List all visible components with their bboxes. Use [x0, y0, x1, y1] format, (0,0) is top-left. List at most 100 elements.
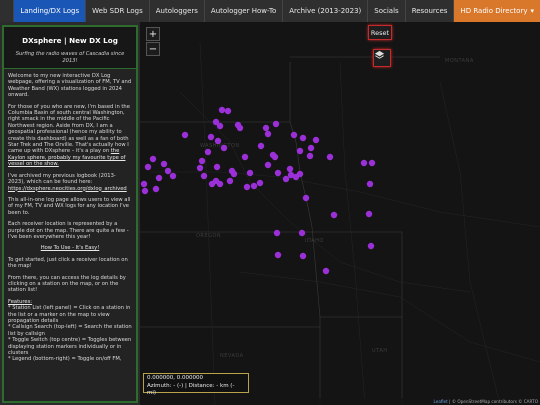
sidebar-header: DXsphere | New DX Log Surfing the radio …	[4, 27, 136, 69]
receiver-marker[interactable]	[164, 167, 172, 175]
receiver-marker[interactable]	[207, 133, 215, 141]
sidebar-body: Welcome to my new interactive DX Log web…	[4, 69, 136, 367]
receiver-marker[interactable]	[264, 130, 272, 138]
map-label-oregon: OREGON	[196, 233, 221, 239]
receiver-marker[interactable]	[306, 152, 314, 160]
map-label-utah: UTAH	[372, 348, 388, 354]
receiver-marker[interactable]	[312, 136, 320, 144]
receiver-marker[interactable]	[271, 153, 279, 161]
receiver-marker[interactable]	[274, 251, 282, 259]
roads	[150, 41, 540, 405]
receiver-marker[interactable]	[160, 160, 168, 168]
receiver-marker[interactable]	[282, 175, 290, 183]
receiver-marker[interactable]	[307, 144, 315, 152]
reset-button[interactable]: Reset	[368, 25, 392, 40]
receiver-marker[interactable]	[262, 124, 270, 132]
nav-item-resources[interactable]: Resources	[404, 0, 454, 22]
receiver-marker[interactable]	[230, 170, 238, 178]
receiver-marker[interactable]	[326, 153, 334, 161]
receiver-marker[interactable]	[264, 161, 272, 169]
receiver-marker[interactable]	[212, 177, 220, 185]
archive-link[interactable]: https://dxsphere.neocities.org/dxlog_arc…	[8, 186, 127, 192]
receiver-marker[interactable]	[257, 142, 265, 150]
receiver-marker[interactable]	[273, 229, 281, 237]
receiver-marker[interactable]	[365, 210, 373, 218]
receiver-marker[interactable]	[216, 122, 224, 130]
receiver-markers[interactable]	[140, 106, 376, 275]
receiver-marker[interactable]	[241, 153, 249, 161]
receiver-marker[interactable]	[299, 252, 307, 260]
nav-item-landing-dx-logs[interactable]: Landing/DX Logs	[13, 0, 86, 22]
receiver-marker[interactable]	[141, 187, 149, 195]
receiver-marker[interactable]	[200, 172, 208, 180]
state-labels: WASHINGTON MONTANA OREGON IDAHO NEVADA U…	[196, 58, 473, 359]
receiver-marker[interactable]	[256, 179, 264, 187]
feature-callsign-search: * Callsign Search (top-left) = Search th…	[8, 324, 132, 337]
receiver-marker[interactable]	[236, 124, 244, 132]
sidebar-title: DXsphere | New DX Log	[22, 36, 118, 45]
receiver-marker[interactable]	[169, 172, 177, 180]
receiver-marker[interactable]	[322, 267, 330, 275]
receiver-marker[interactable]	[360, 159, 368, 167]
receiver-marker[interactable]	[218, 106, 226, 114]
receiver-marker[interactable]	[226, 177, 234, 185]
attribution-text: | © OpenStreetMap contributors © CARTO	[447, 399, 538, 404]
sidebar-subtitle: Surfing the radio waves of Cascadia sinc…	[15, 51, 125, 64]
map-attribution: Leaflet | © OpenStreetMap contributors ©…	[290, 398, 540, 405]
receiver-marker[interactable]	[140, 180, 148, 188]
receiver-marker[interactable]	[299, 134, 307, 142]
receiver-marker[interactable]	[152, 185, 160, 193]
receiver-marker[interactable]	[298, 229, 306, 237]
receiver-marker[interactable]	[196, 164, 204, 172]
receiver-marker[interactable]	[224, 107, 232, 115]
feature-station-list: * Station List (left panel) = Click on a…	[8, 305, 131, 324]
archive-paragraph: I've archived my previous logbook (2013-…	[8, 172, 127, 192]
map-label-idaho: IDAHO	[305, 238, 324, 244]
state-borders	[140, 56, 440, 405]
receiver-marker[interactable]	[198, 157, 206, 165]
receiver-marker[interactable]	[367, 242, 375, 250]
layers-icon	[374, 50, 385, 59]
receiver-marker[interactable]	[213, 163, 221, 171]
nav-item-autologgers[interactable]: Autologgers	[148, 0, 204, 22]
nav-item-web-sdr-logs[interactable]: Web SDR Logs	[85, 0, 149, 22]
nav-item-autologger-how-to[interactable]: Autologger How-To	[203, 0, 282, 22]
receiver-marker[interactable]	[204, 148, 212, 156]
receiver-marker[interactable]	[302, 194, 310, 202]
zoom-out-button[interactable]: −	[146, 42, 160, 56]
receiver-marker[interactable]	[181, 131, 189, 139]
receiver-marker[interactable]	[144, 163, 152, 171]
chevron-down-icon: ▾	[530, 7, 534, 15]
nav-item-hd-radio-directory[interactable]: HD Radio Directory ▾	[453, 0, 540, 22]
receiver-marker[interactable]	[296, 147, 304, 155]
get-started-paragraph: To get started, just click a receiver lo…	[8, 256, 128, 270]
receiver-marker[interactable]	[246, 169, 254, 177]
receiver-marker[interactable]	[220, 144, 228, 152]
receiver-marker[interactable]	[243, 183, 251, 191]
receiver-marker[interactable]	[274, 169, 282, 177]
receiver-marker[interactable]	[155, 174, 163, 182]
intro-paragraph: Welcome to my new interactive DX Log web…	[8, 73, 132, 99]
receiver-marker[interactable]	[368, 159, 376, 167]
nav-item-archive-2013-2023[interactable]: Archive (2013-2023)	[282, 0, 367, 22]
receiver-marker[interactable]	[272, 120, 280, 128]
about-paragraph: For those of you who are new, I'm based …	[8, 103, 130, 168]
receiver-marker[interactable]	[366, 180, 374, 188]
layers-button[interactable]	[373, 49, 391, 67]
receiver-marker[interactable]	[290, 131, 298, 139]
receiver-marker[interactable]	[250, 182, 258, 190]
receiver-paragraph: Each receiver location is represented by…	[8, 221, 129, 240]
receiver-marker[interactable]	[286, 165, 294, 173]
map-label-nevada: NEVADA	[220, 353, 244, 359]
receiver-marker[interactable]	[214, 137, 222, 145]
map-canvas[interactable]: WASHINGTON MONTANA OREGON IDAHO NEVADA U…	[140, 22, 540, 405]
receiver-marker[interactable]	[296, 170, 304, 178]
receiver-marker[interactable]	[330, 211, 338, 219]
receiver-marker[interactable]	[149, 155, 157, 163]
how-to-use-heading: How To Use - It's Easy!	[40, 245, 100, 252]
azimuth-distance-text: Azimuth: - (-) | Distance: - km (- mi)	[147, 382, 235, 397]
leaflet-link[interactable]: Leaflet	[434, 399, 448, 404]
nav-item-socials[interactable]: Socials	[367, 0, 404, 22]
map-panel[interactable]: WASHINGTON MONTANA OREGON IDAHO NEVADA U…	[140, 22, 540, 405]
zoom-in-button[interactable]: +	[146, 27, 160, 41]
